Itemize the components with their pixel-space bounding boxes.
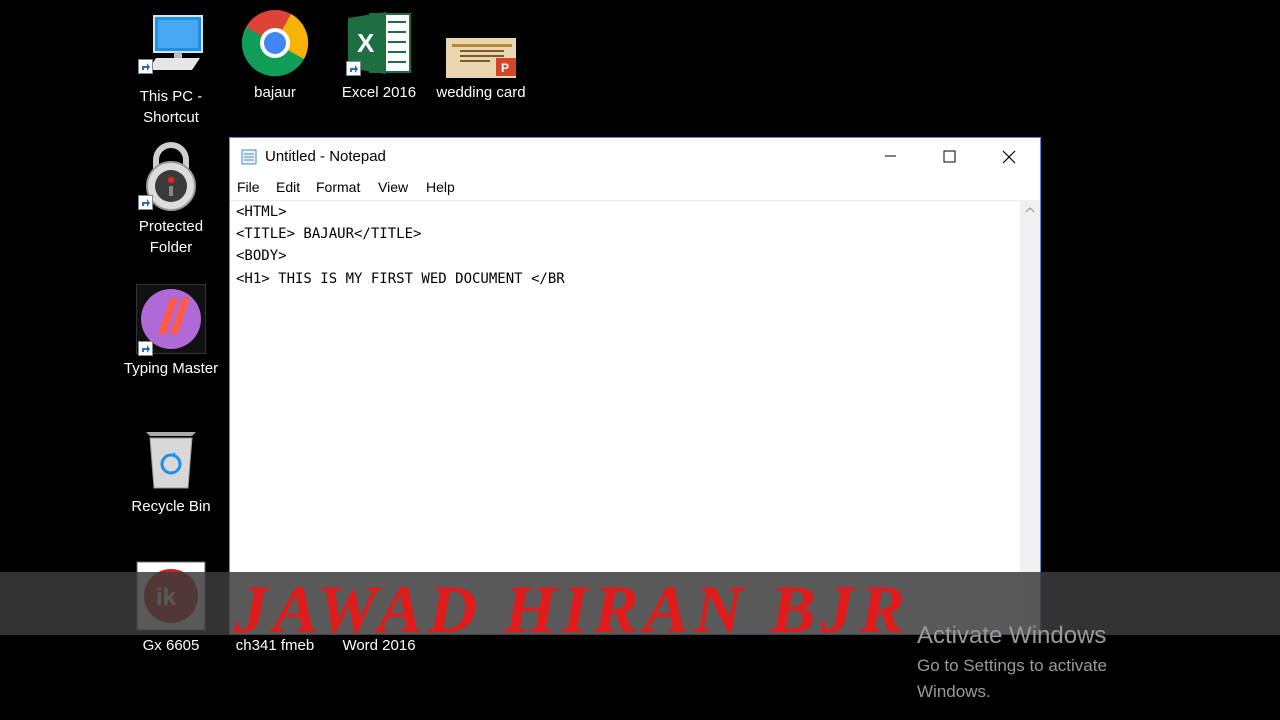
computer-icon: [136, 12, 206, 82]
menu-file[interactable]: File: [237, 179, 260, 195]
watermark-text: JAWAD HIRAN BJR: [234, 571, 910, 647]
text-editor[interactable]: <HTML> <TITLE> BAJAUR</TITLE> <BODY> <H1…: [230, 200, 1020, 634]
editor-line: <TITLE> BAJAUR</TITLE>: [236, 226, 422, 242]
minimize-button[interactable]: [861, 138, 919, 174]
padlock-icon: [136, 142, 206, 212]
activate-windows-line1: Go to Settings to activate: [917, 656, 1107, 675]
scroll-up-arrow-icon[interactable]: [1020, 200, 1040, 225]
notepad-icon: [241, 148, 258, 165]
editor-line: <H1> THIS IS MY FIRST WED DOCUMENT </BR: [236, 271, 565, 287]
svg-text:P: P: [501, 61, 509, 75]
title-bar[interactable]: Untitled - Notepad: [230, 138, 1040, 174]
desktop-icon-recycle-bin[interactable]: Recycle Bin: [116, 422, 226, 517]
desktop-icon-label: Recycle Bin: [131, 498, 211, 515]
menu-help[interactable]: Help: [426, 179, 455, 195]
editor-line: <HTML>: [236, 204, 287, 220]
desktop-icon-excel[interactable]: X Excel 2016: [324, 8, 434, 103]
menu-view[interactable]: View: [378, 179, 408, 195]
desktop-icon-label: Protected Folder: [138, 218, 204, 256]
desktop-icon-typing-master[interactable]: Typing Master: [116, 283, 226, 379]
svg-text:X: X: [357, 28, 375, 58]
powerpoint-file-icon: P: [446, 8, 518, 78]
editor-line: <BODY>: [236, 248, 287, 264]
close-button[interactable]: [980, 138, 1038, 174]
window-title: Untitled - Notepad: [265, 148, 386, 165]
recycle-bin-icon: [136, 422, 206, 492]
desktop-icon-label: Excel 2016: [341, 84, 417, 101]
desktop-icon-bajaur[interactable]: bajaur: [220, 8, 330, 103]
desktop-icon-label: Gx 6605: [142, 637, 200, 654]
menu-edit[interactable]: Edit: [276, 179, 300, 195]
desktop-icon-protected-folder[interactable]: Protected Folder: [116, 142, 226, 258]
excel-icon: X: [344, 8, 414, 78]
menu-format[interactable]: Format: [316, 179, 360, 195]
vertical-scrollbar[interactable]: [1020, 200, 1040, 634]
desktop-icon-wedding-card[interactable]: P wedding card: [426, 8, 536, 103]
menu-bar: File Edit Format View Help: [230, 176, 1040, 200]
activate-windows-line2: Windows.: [917, 682, 991, 701]
notepad-window[interactable]: Untitled - Notepad File Edit Format View…: [229, 137, 1041, 635]
desktop-icon-label: wedding card: [436, 84, 526, 101]
desktop-icon-this-pc[interactable]: This PC - Shortcut: [116, 12, 226, 128]
maximize-button[interactable]: [920, 138, 978, 174]
desktop-icon-label: This PC - Shortcut: [139, 88, 203, 126]
desktop-icon-label: Typing Master: [123, 360, 219, 377]
activate-windows-title: Activate Windows: [917, 622, 1107, 649]
chrome-icon: [240, 8, 310, 78]
desktop-icon-label: bajaur: [254, 84, 296, 101]
typing-master-icon: [135, 283, 207, 356]
